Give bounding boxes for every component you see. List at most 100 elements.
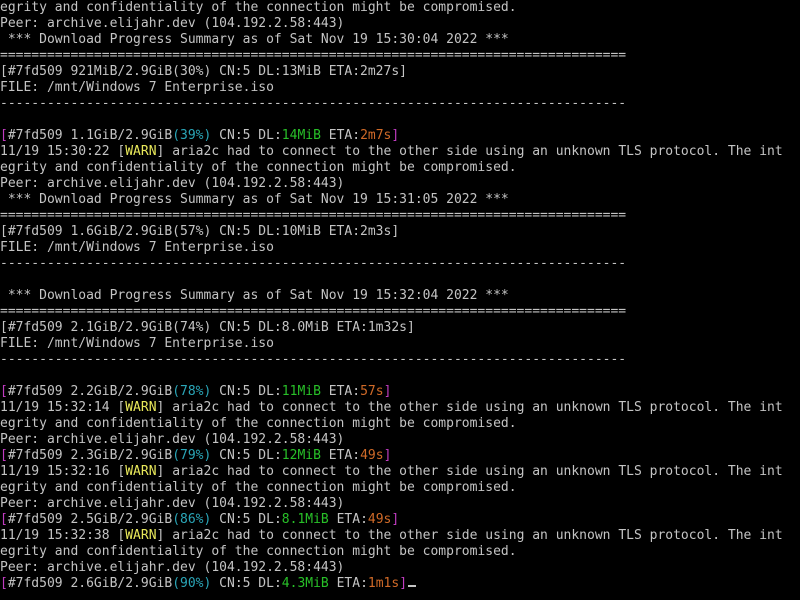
terminal-text-green: 11MiB (281, 384, 321, 399)
terminal-line: *** Download Progress Summary as of Sat … (0, 32, 800, 48)
terminal-text: ] aria2c had to connect to the other sid… (156, 528, 783, 543)
terminal-text: #7fd509 2.2GiB/2.9GiB (7, 384, 173, 399)
terminal-text: FILE: /mnt/Windows 7 Enterprise.iso (0, 240, 274, 255)
terminal-text-magenta: ] (391, 128, 400, 143)
terminal-text-magenta: [ (0, 384, 8, 399)
terminal-text: CN:5 DL: (211, 384, 282, 399)
terminal-text: egrity and confidentiality of the connec… (0, 480, 517, 495)
terminal-line: FILE: /mnt/Windows 7 Enterprise.iso (0, 80, 800, 96)
terminal-line: 11/19 15:32:16 [WARN] aria2c had to conn… (0, 464, 800, 480)
terminal-text-cyan: (86%) (172, 512, 212, 527)
terminal-text-cyan: (39%) (172, 128, 212, 143)
terminal-text: #7fd509 2.3GiB/2.9GiB (7, 448, 173, 463)
terminal-text-green: 8.1MiB (281, 512, 329, 527)
terminal-line: egrity and confidentiality of the connec… (0, 544, 800, 560)
terminal-line: egrity and confidentiality of the connec… (0, 480, 800, 496)
terminal-text: [#7fd509 921MiB/2.9GiB(30%) CN:5 DL:13Mi… (0, 64, 407, 79)
terminal-line: Peer: archive.elijahr.dev (104.192.2.58:… (0, 432, 800, 448)
terminal-text: 11/19 15:32:14 [ (0, 400, 126, 415)
terminal-text-orange: 2m7s (360, 128, 392, 143)
terminal-line: *** Download Progress Summary as of Sat … (0, 192, 800, 208)
terminal-line: [#7fd509 2.5GiB/2.9GiB(86%) CN:5 DL:8.1M… (0, 512, 800, 528)
terminal-text: ----------------------------------------… (0, 96, 627, 111)
terminal-text: 11/19 15:30:22 [ (0, 144, 126, 159)
terminal-text: 11/19 15:32:38 [ (0, 528, 126, 543)
terminal-text: [#7fd509 2.1GiB/2.9GiB(74%) CN:5 DL:8.0M… (0, 320, 415, 335)
terminal-text-yellow: WARN (125, 400, 157, 415)
terminal-text: ETA: (328, 576, 368, 591)
terminal-line: ----------------------------------------… (0, 96, 800, 112)
text-cursor (408, 585, 417, 587)
terminal-text: ========================================… (0, 208, 627, 223)
terminal-line: Peer: archive.elijahr.dev (104.192.2.58:… (0, 176, 800, 192)
terminal-text: 11/19 15:32:16 [ (0, 464, 126, 479)
terminal-text-magenta: ] (383, 384, 392, 399)
terminal-text: ] aria2c had to connect to the other sid… (156, 400, 783, 415)
terminal-text-magenta: [ (0, 128, 8, 143)
terminal-text-orange: 57s (360, 384, 384, 399)
terminal-text: ========================================… (0, 48, 627, 63)
terminal-line: [#7fd509 1.6GiB/2.9GiB(57%) CN:5 DL:10Mi… (0, 224, 800, 240)
terminal-line: 11/19 15:30:22 [WARN] aria2c had to conn… (0, 144, 800, 160)
terminal-text-cyan: (79%) (172, 448, 212, 463)
terminal-text-yellow: WARN (125, 464, 157, 479)
terminal-text: egrity and confidentiality of the connec… (0, 0, 517, 15)
terminal-line: 11/19 15:32:38 [WARN] aria2c had to conn… (0, 528, 800, 544)
terminal-text: CN:5 DL: (211, 512, 282, 527)
terminal-text: *** Download Progress Summary as of Sat … (0, 288, 509, 303)
terminal-text: ========================================… (0, 304, 627, 319)
terminal-line: [#7fd509 2.3GiB/2.9GiB(79%) CN:5 DL:12Mi… (0, 448, 800, 464)
terminal-text: ----------------------------------------… (0, 256, 627, 271)
terminal-text-green: 14MiB (281, 128, 321, 143)
terminal-text: FILE: /mnt/Windows 7 Enterprise.iso (0, 336, 274, 351)
terminal-text: ETA: (328, 512, 368, 527)
terminal-line: ========================================… (0, 48, 800, 64)
terminal-text: FILE: /mnt/Windows 7 Enterprise.iso (0, 80, 274, 95)
terminal-text: #7fd509 2.5GiB/2.9GiB (7, 512, 173, 527)
terminal-text: Peer: archive.elijahr.dev (104.192.2.58:… (0, 496, 345, 511)
terminal-text-magenta: ] (399, 576, 408, 591)
terminal-line: [#7fd509 2.2GiB/2.9GiB(78%) CN:5 DL:11Mi… (0, 384, 800, 400)
terminal-line: [#7fd509 921MiB/2.9GiB(30%) CN:5 DL:13Mi… (0, 64, 800, 80)
terminal-text: Peer: archive.elijahr.dev (104.192.2.58:… (0, 560, 345, 575)
terminal-text: ETA: (320, 384, 361, 399)
terminal-line: *** Download Progress Summary as of Sat … (0, 288, 800, 304)
terminal-text: #7fd509 1.1GiB/2.9GiB (7, 128, 173, 143)
terminal-text: CN:5 DL: (211, 128, 282, 143)
terminal-line: FILE: /mnt/Windows 7 Enterprise.iso (0, 240, 800, 256)
terminal-text-green: 12MiB (281, 448, 321, 463)
terminal-text: ] aria2c had to connect to the other sid… (156, 144, 783, 159)
terminal-text: CN:5 DL: (211, 576, 282, 591)
terminal-text: #7fd509 2.6GiB/2.9GiB (7, 576, 173, 591)
terminal-line: [#7fd509 1.1GiB/2.9GiB(39%) CN:5 DL:14Mi… (0, 128, 800, 144)
terminal-line: ========================================… (0, 304, 800, 320)
terminal-text: egrity and confidentiality of the connec… (0, 160, 517, 175)
terminal-line: FILE: /mnt/Windows 7 Enterprise.iso (0, 336, 800, 352)
terminal-line: [#7fd509 2.6GiB/2.9GiB(90%) CN:5 DL:4.3M… (0, 576, 800, 592)
terminal-text-magenta: ] (391, 512, 400, 527)
terminal-text: egrity and confidentiality of the connec… (0, 416, 517, 431)
terminal-line: egrity and confidentiality of the connec… (0, 160, 800, 176)
terminal-line: egrity and confidentiality of the connec… (0, 416, 800, 432)
terminal-output[interactable]: egrity and confidentiality of the connec… (0, 0, 800, 600)
terminal-text: [#7fd509 1.6GiB/2.9GiB(57%) CN:5 DL:10Mi… (0, 224, 400, 239)
terminal-text: ETA: (320, 448, 361, 463)
terminal-text-magenta: [ (0, 576, 8, 591)
terminal-text: CN:5 DL: (211, 448, 282, 463)
terminal-text: egrity and confidentiality of the connec… (0, 544, 517, 559)
terminal-line: ========================================… (0, 208, 800, 224)
terminal-text-orange: 49s (367, 512, 392, 527)
terminal-text: ETA: (320, 128, 361, 143)
terminal-text: ----------------------------------------… (0, 352, 627, 367)
terminal-text-yellow: WARN (125, 144, 157, 159)
terminal-text-cyan: (90%) (172, 576, 212, 591)
terminal-text-magenta: [ (0, 512, 8, 527)
terminal-text: Peer: archive.elijahr.dev (104.192.2.58:… (0, 16, 345, 31)
terminal-text: Peer: archive.elijahr.dev (104.192.2.58:… (0, 176, 345, 191)
terminal-text: *** Download Progress Summary as of Sat … (0, 32, 509, 47)
terminal-text: *** Download Progress Summary as of Sat … (0, 192, 509, 207)
terminal-text-yellow: WARN (125, 528, 157, 543)
